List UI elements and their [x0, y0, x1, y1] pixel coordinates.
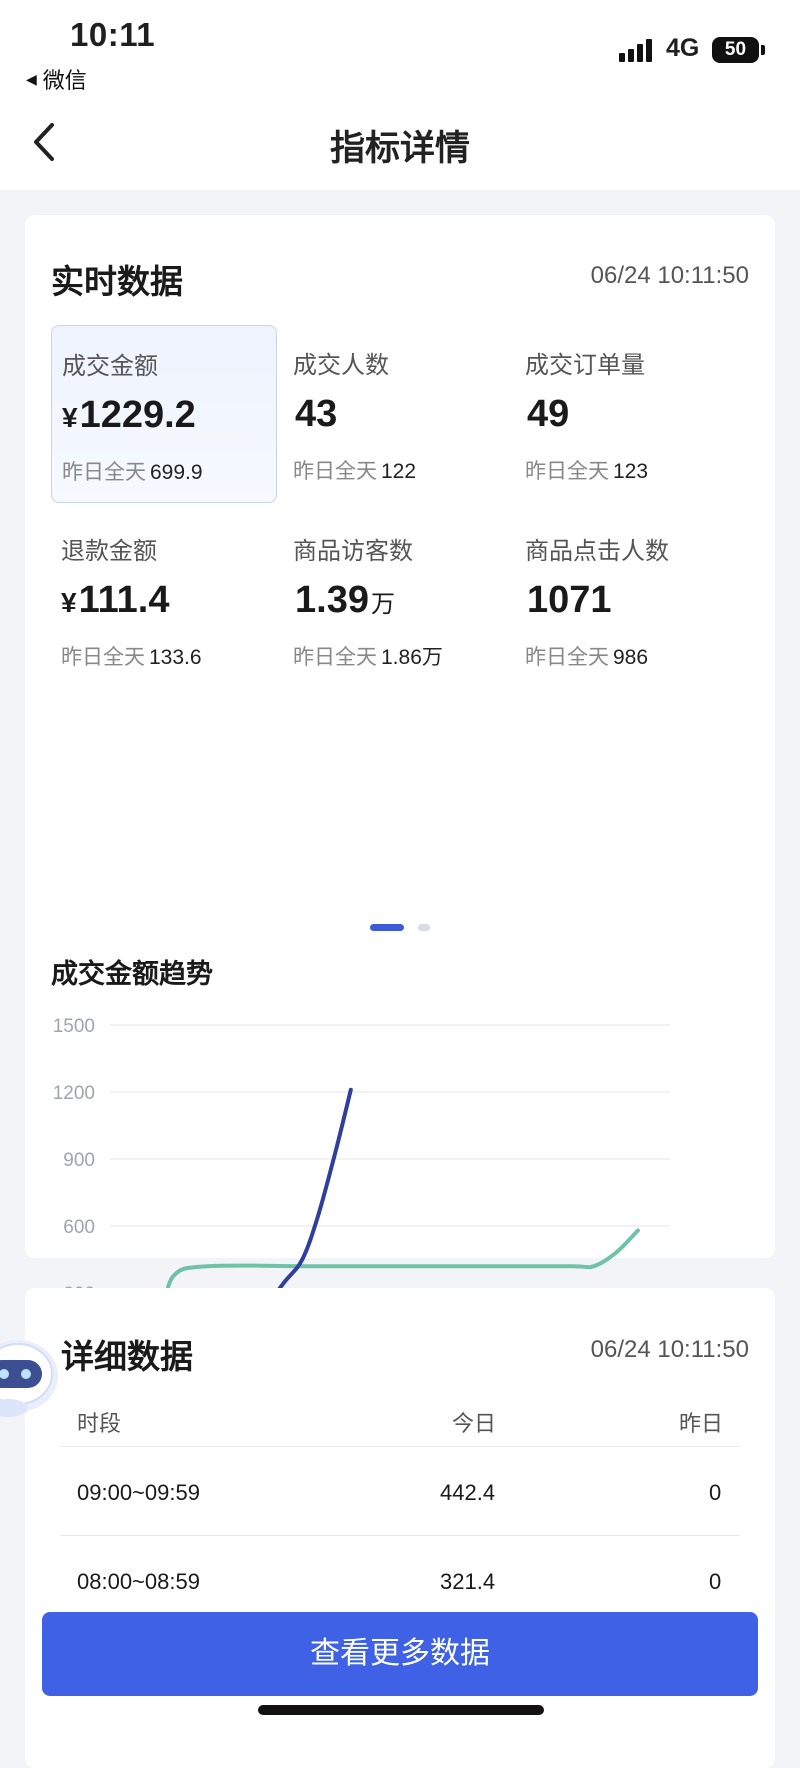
- metric-label: 成交金额: [62, 353, 158, 380]
- col-header-yesterday: 昨日: [679, 1411, 724, 1436]
- view-more-data-button[interactable]: 查看更多数据: [42, 1612, 758, 1696]
- y-tick-label: 1200: [53, 1083, 95, 1104]
- metric-prev: 昨日全天 123: [525, 460, 649, 483]
- realtime-title: 实时数据: [51, 263, 183, 300]
- nav-bar: 指标详情: [0, 95, 800, 190]
- metric-value: ¥111.4: [61, 579, 170, 621]
- metric-value: 49: [527, 393, 570, 435]
- chart-title: 成交金额趋势: [51, 959, 213, 989]
- metric-label: 成交人数: [293, 352, 389, 379]
- metric-prev: 昨日全天 133.6: [61, 646, 202, 669]
- metric-value: 1.39万: [295, 579, 395, 621]
- metric-value: 43: [295, 393, 338, 435]
- y-tick-label: 1500: [53, 1016, 95, 1037]
- cell-yesterday: 0: [709, 1569, 722, 1594]
- metric-label: 退款金额: [61, 538, 157, 565]
- realtime-card: 实时数据 06/24 10:11:50 成交金额 ¥1229.2 昨日全天 699…: [25, 215, 775, 1401]
- metric-visitors[interactable]: 商品访客数 1.39万 昨日全天 1.86万: [283, 511, 509, 689]
- metric-label: 成交订单量: [525, 352, 645, 379]
- table-divider: [60, 1446, 740, 1447]
- detail-card: 详细数据 06/24 10:11:50: [25, 1288, 775, 1768]
- pager-dot-active[interactable]: [370, 924, 404, 931]
- y-tick-label: 900: [63, 1150, 95, 1171]
- metric-orders[interactable]: 成交订单量 49 昨日全天 123: [515, 325, 741, 503]
- metric-clicks[interactable]: 商品点击人数 1071 昨日全天 986: [515, 511, 741, 689]
- metric-refund[interactable]: 退款金额 ¥111.4 昨日全天 133.6: [51, 511, 277, 689]
- metric-value: ¥1229.2: [62, 394, 196, 436]
- back-app-label: 微信: [42, 68, 87, 93]
- metric-prev: 昨日全天 986: [525, 646, 649, 669]
- metric-label: 商品访客数: [293, 538, 413, 565]
- table-divider: [60, 1535, 740, 1536]
- cell-period: 08:00~08:59: [77, 1569, 200, 1594]
- y-tick-label: 600: [63, 1217, 95, 1238]
- metric-prev: 昨日全天 699.9: [62, 461, 203, 484]
- col-header-period: 时段: [77, 1411, 122, 1436]
- detail-title: 详细数据: [61, 1338, 193, 1375]
- metric-label: 商品点击人数: [525, 538, 669, 565]
- assistant-robot-icon[interactable]: [0, 1326, 68, 1422]
- network-type: 4G: [666, 34, 700, 62]
- cell-yesterday: 0: [709, 1480, 722, 1505]
- home-indicator: [258, 1705, 544, 1715]
- clock: 10:11: [70, 16, 156, 53]
- signal-icon: [619, 38, 652, 62]
- cell-today: 442.4: [440, 1480, 496, 1505]
- detail-timestamp: 06/24 10:11:50: [590, 1336, 749, 1363]
- metric-buyers[interactable]: 成交人数 43 昨日全天 122: [283, 325, 509, 503]
- pager-dot[interactable]: [418, 924, 430, 931]
- metric-value: 1071: [527, 579, 612, 621]
- battery-icon: 50: [712, 37, 759, 63]
- metric-gmv[interactable]: 成交金额 ¥1229.2 昨日全天 699.9: [51, 325, 277, 503]
- realtime-timestamp: 06/24 10:11:50: [590, 262, 749, 289]
- cell-today: 321.4: [440, 1569, 496, 1594]
- metric-prev: 昨日全天 122: [293, 460, 417, 483]
- page-title: 指标详情: [329, 129, 470, 168]
- cell-period: 09:00~09:59: [77, 1480, 200, 1505]
- col-header-today: 今日: [452, 1411, 497, 1436]
- back-triangle-icon: ◀: [26, 70, 37, 87]
- metric-prev: 昨日全天 1.86万: [293, 646, 443, 669]
- back-to-app-link[interactable]: ◀ 微信: [26, 63, 87, 95]
- status-bar: 10:11 ◀ 微信 4G 50: [0, 0, 800, 95]
- battery-cap: [761, 45, 765, 55]
